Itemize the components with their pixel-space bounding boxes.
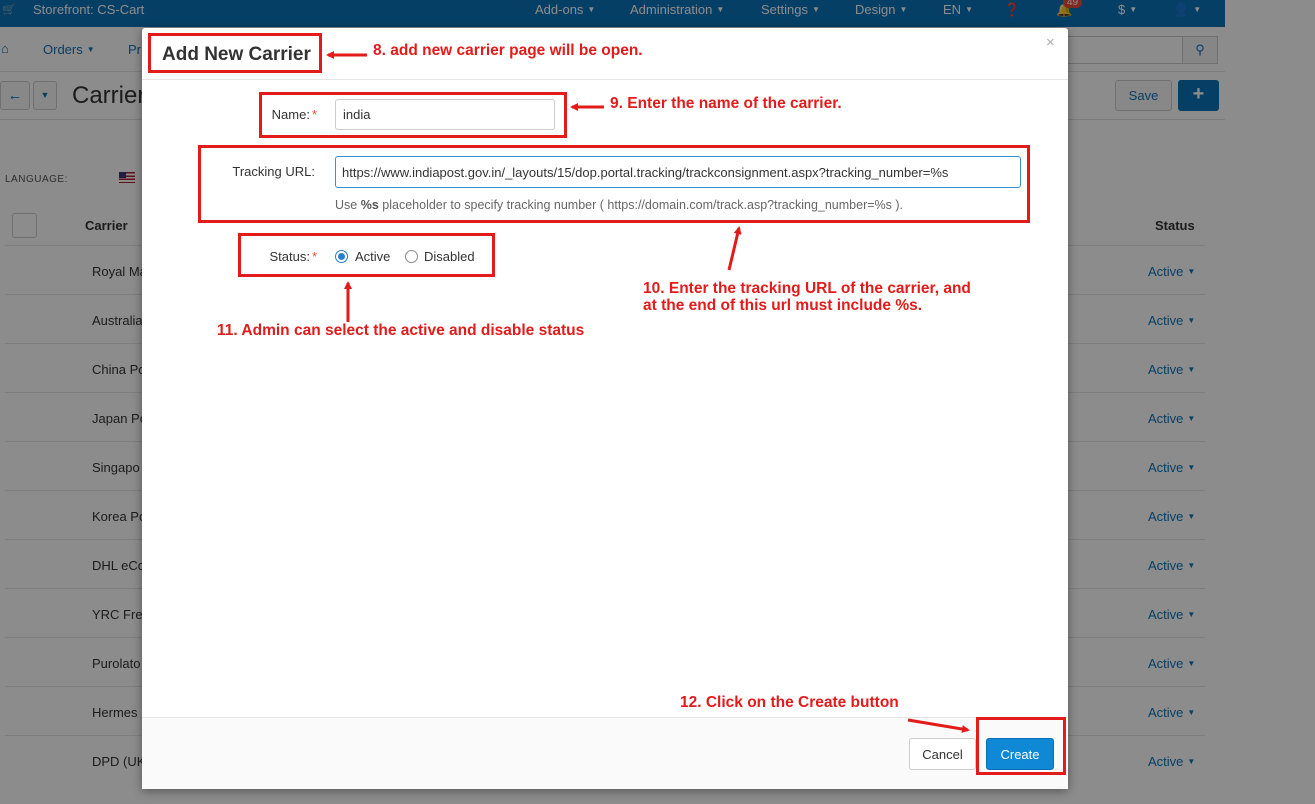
add-carrier-dialog: Add New Carrier × Name:* Tracking URL: U… (142, 28, 1068, 789)
highlight-box-create (976, 717, 1066, 775)
highlight-box-title (148, 33, 322, 73)
cancel-button[interactable]: Cancel (909, 738, 976, 770)
annotation-step-8: 8. add new carrier page will be open. (373, 42, 643, 59)
annotation-step-10-line-1: 10. Enter the tracking URL of the carrie… (643, 280, 971, 297)
close-icon[interactable]: × (1046, 34, 1055, 51)
annotation-step-12: 12. Click on the Create button (680, 694, 899, 711)
dialog-footer: Cancel Create (142, 717, 1068, 789)
highlight-box-status (238, 233, 495, 277)
highlight-box-tracking-url (198, 145, 1030, 223)
highlight-box-name (259, 92, 567, 138)
annotation-step-9: 9. Enter the name of the carrier. (610, 95, 842, 112)
annotation-step-10-line-2: at the end of this url must include %s. (643, 297, 923, 314)
annotation-step-11: 11. Admin can select the active and disa… (217, 322, 585, 339)
annotation-step-10: 10. Enter the tracking URL of the carrie… (643, 280, 971, 314)
